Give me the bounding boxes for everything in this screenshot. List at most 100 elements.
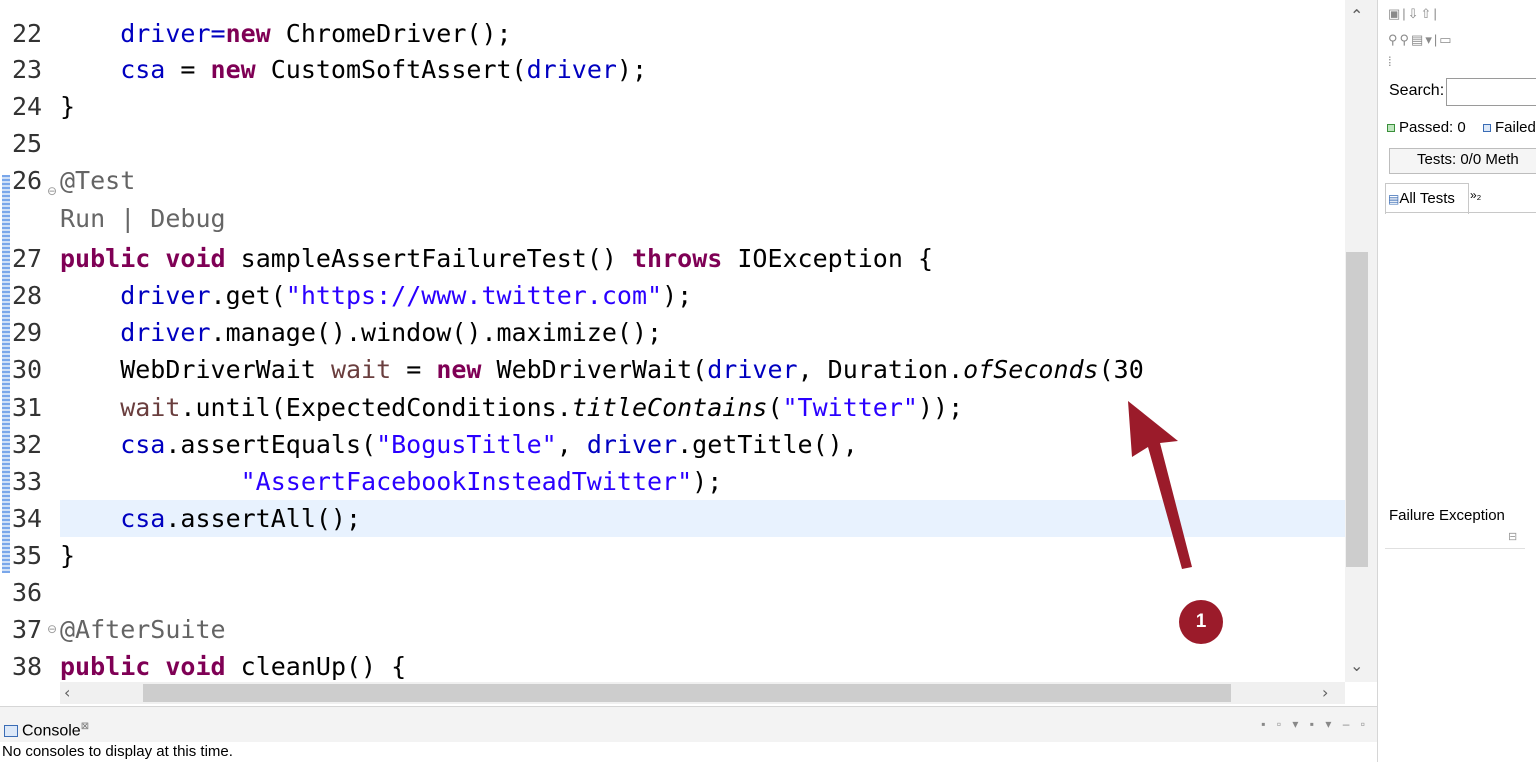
code-token: wait [330, 355, 392, 384]
line-code[interactable]: csa.assertEquals("BogusTitle", driver.ge… [60, 426, 858, 463]
line-code[interactable]: WebDriverWait wait = new WebDriverWait(d… [60, 351, 1144, 388]
code-token: csa [60, 430, 166, 459]
code-token: "AssertFacebookInsteadTwitter" [240, 467, 693, 496]
line-code[interactable]: csa.assertAll(); [60, 500, 361, 537]
scroll-left-icon[interactable]: ‹ [64, 683, 70, 702]
line-number: 28 [12, 281, 43, 310]
code-line[interactable]: 35} [0, 537, 75, 574]
code-token: new [210, 55, 256, 84]
code-line[interactable]: 31 wait.until(ExpectedConditions.titleCo… [0, 389, 963, 426]
code-token: sampleAssertFailureTest() [225, 244, 632, 273]
close-tab-icon[interactable]: ⊠ [81, 721, 89, 732]
scroll-right-icon[interactable]: › [1322, 683, 1328, 702]
filter-icon[interactable]: ⊟ [1508, 530, 1517, 543]
annotation-arrow [1128, 401, 1192, 569]
code-line[interactable]: 36 [0, 574, 60, 611]
code-token: driver [707, 355, 798, 384]
code-token: WebDriverWait [60, 355, 331, 384]
line-code[interactable]: wait.until(ExpectedConditions.titleConta… [60, 389, 963, 426]
code-token: } [60, 541, 76, 570]
code-token: CustomSoftAssert( [255, 55, 527, 84]
passed-count: Passed: 0 [1387, 119, 1466, 136]
code-line[interactable]: 25 [0, 125, 60, 162]
console-toolbar[interactable]: ▪ ▫ ▾ ▪ ▾ ‒ ▫ [1261, 717, 1369, 731]
testng-toolbar-2[interactable]: ⚲⚲▤▾|▭ [1388, 32, 1454, 48]
code-token: wait [60, 393, 181, 422]
tests-progress-bar: Tests: 0/0 Meth [1389, 148, 1536, 174]
line-code[interactable]: @Test [60, 162, 135, 199]
code-token: ); [662, 281, 693, 310]
line-code[interactable]: driver=new ChromeDriver(); [60, 15, 512, 52]
console-message: No consoles to display at this time. [2, 743, 233, 760]
more-tabs-icon[interactable]: »₂ [1470, 188, 1481, 202]
code-line[interactable]: 28 driver.get("https://www.twitter.com")… [0, 277, 692, 314]
code-line[interactable]: 30 WebDriverWait wait = new WebDriverWai… [0, 351, 1144, 388]
code-line[interactable]: 33 "AssertFacebookInsteadTwitter"); [0, 463, 722, 500]
code-line[interactable]: 27 public void sampleAssertFailureTest() … [0, 240, 933, 277]
line-code[interactable]: } [60, 88, 75, 125]
fold-icon[interactable]: ⊖ [47, 184, 57, 198]
tab-all-tests[interactable]: ▤All Tests [1385, 183, 1469, 214]
code-line[interactable]: 34 csa.assertAll(); [0, 500, 361, 537]
code-line[interactable]: 23 csa = new CustomSoftAssert(driver); [0, 51, 647, 88]
passed-label: Passed: 0 [1399, 119, 1466, 136]
line-code[interactable]: "AssertFacebookInsteadTwitter"); [60, 463, 723, 500]
code-token: titleContains [571, 393, 768, 422]
horizontal-scrollbar[interactable]: ‹ › [60, 682, 1345, 704]
line-code[interactable]: driver.get("https://www.twitter.com"); [60, 277, 692, 314]
tab-console-label: Console [22, 722, 81, 740]
line-number: 33 [12, 467, 43, 496]
tabs-underline [1385, 212, 1536, 213]
code-token: (30 [1098, 355, 1144, 384]
line-number: 24 [12, 92, 43, 121]
code-token: IOException { [722, 244, 934, 273]
code-line[interactable]: 38 public void cleanUp() { [0, 648, 406, 682]
code-token: )); [917, 393, 964, 422]
code-token: .assertEquals( [165, 430, 377, 459]
line-number: 35 [12, 541, 43, 570]
line-number: 25 [12, 129, 43, 158]
code-editor[interactable]: 22 driver=new ChromeDriver(); 23 csa = ne… [0, 0, 1345, 682]
line-code[interactable]: @AfterSuite [60, 611, 226, 648]
line-code[interactable]: public void sampleAssertFailureTest() th… [60, 240, 933, 277]
scroll-up-icon[interactable]: ⌃ [1350, 6, 1363, 25]
hscroll-thumb[interactable] [143, 684, 1231, 702]
testng-toolbar-1[interactable]: ▣|⇩⇧| [1388, 6, 1439, 22]
code-token: ofSeconds [963, 355, 1099, 384]
code-token: cleanUp() { [225, 652, 407, 681]
failed-label: Failed [1495, 119, 1536, 136]
code-token: = [391, 355, 437, 384]
code-token: "https://www.twitter.com" [285, 281, 663, 310]
vertical-scrollbar[interactable]: ⌃ ⌄ [1345, 0, 1377, 682]
line-code[interactable]: driver.manage().window().maximize(); [60, 314, 662, 351]
line-number: 31 [12, 393, 43, 422]
code-token: @AfterSuite [60, 615, 226, 644]
code-token: ChromeDriver(); [270, 19, 512, 48]
callout-badge: 1 [1179, 600, 1223, 644]
failure-exception-panel [1385, 548, 1525, 763]
line-code[interactable]: csa = new CustomSoftAssert(driver); [60, 51, 647, 88]
line-code[interactable]: public void cleanUp() { [60, 648, 406, 682]
line-code[interactable]: } [60, 537, 75, 574]
code-token: .assertAll(); [165, 504, 362, 533]
codelens-run-debug[interactable]: Run | Debug [60, 200, 226, 237]
scroll-down-icon[interactable]: ⌄ [1350, 656, 1363, 675]
code-token: ); [692, 467, 723, 496]
tab-console[interactable]: Console⊠ [4, 715, 89, 739]
code-token: @Test [60, 166, 136, 195]
code-token: csa [60, 504, 166, 533]
drag-handle-icon: ⁞ [1388, 54, 1394, 69]
scroll-thumb[interactable] [1346, 252, 1368, 567]
code-line[interactable]: 29 driver.manage().window().maximize(); [0, 314, 662, 351]
code-token: throws [631, 244, 723, 273]
fold-icon[interactable]: ⊖ [47, 622, 57, 636]
code-line[interactable]: 32 csa.assertEquals("BogusTitle", driver… [0, 426, 858, 463]
code-token: = [165, 55, 211, 84]
code-line[interactable]: 24} [0, 88, 75, 125]
search-input[interactable] [1446, 78, 1536, 106]
code-token: .getTitle(), [677, 430, 858, 459]
code-line[interactable]: 22 driver=new ChromeDriver(); [0, 15, 512, 52]
code-token: public [60, 652, 151, 681]
